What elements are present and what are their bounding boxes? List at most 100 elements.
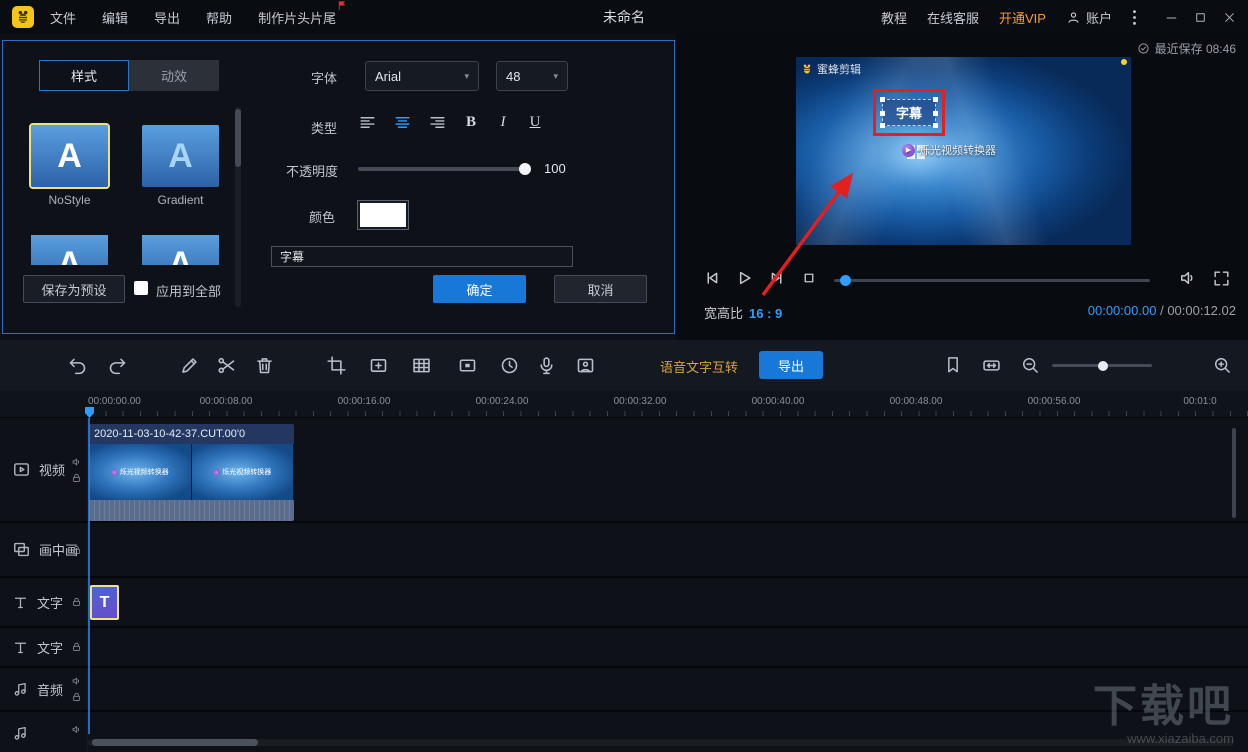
freeze-frame-button[interactable]	[573, 353, 597, 377]
undo-button[interactable]	[65, 353, 89, 377]
zoom-out-button[interactable]	[1018, 353, 1042, 377]
ruler-label: 00:00:08.00	[199, 396, 253, 407]
preset-partial[interactable]: A	[142, 235, 219, 265]
align-left-icon[interactable]	[358, 113, 377, 132]
ok-button[interactable]: 确定	[433, 275, 526, 303]
align-right-icon[interactable]	[428, 113, 447, 132]
track-lock-icon[interactable]	[71, 472, 82, 483]
resize-handle[interactable]	[880, 97, 885, 102]
tab-animation[interactable]: 动效	[129, 60, 219, 91]
marker-button[interactable]	[941, 353, 965, 377]
redo-button[interactable]	[105, 353, 129, 377]
resize-handle[interactable]	[933, 123, 938, 128]
fit-timeline-button[interactable]	[979, 353, 1003, 377]
resize-handle[interactable]	[933, 110, 938, 116]
resize-handle[interactable]	[880, 123, 885, 128]
tab-style[interactable]: 样式	[39, 60, 129, 91]
timeline-zoom-slider[interactable]	[1052, 360, 1152, 371]
horizontal-scrollbar[interactable]	[88, 739, 1234, 746]
extra-track-header[interactable]	[0, 712, 88, 752]
zoom-in-button[interactable]	[1210, 353, 1234, 377]
video-preview[interactable]: 蜜蜂剪辑 字幕 ▶ 烁光视频转换器	[796, 57, 1131, 245]
play-button[interactable]	[732, 266, 756, 290]
preset-gradient[interactable]: A Gradient	[142, 125, 219, 207]
audio-track-header[interactable]: 音频	[0, 668, 88, 710]
seek-handle[interactable]	[840, 275, 851, 286]
ruler-label: 00:00:48.00	[889, 396, 943, 407]
canvas-button[interactable]	[366, 353, 390, 377]
cancel-button[interactable]: 取消	[554, 275, 647, 303]
record-voice-button[interactable]	[534, 353, 558, 377]
next-frame-button[interactable]	[765, 266, 789, 290]
track-lock-icon[interactable]	[71, 642, 82, 653]
timeline-zoom-knob[interactable]	[1098, 360, 1108, 371]
crop-button[interactable]	[324, 353, 348, 377]
playhead-marker[interactable]	[85, 407, 94, 418]
menu-help[interactable]: 帮助	[206, 8, 232, 27]
track-lock-icon[interactable]	[71, 597, 82, 608]
ruler-label: 00:00:16.00	[337, 396, 391, 407]
minimize-icon[interactable]	[1165, 11, 1178, 24]
save-preset-button[interactable]: 保存为预设	[23, 275, 125, 303]
tutorial-link[interactable]: 教程	[881, 8, 907, 27]
aspect-ratio[interactable]: 宽高比 16 : 9	[704, 303, 782, 322]
preset-scrollbar[interactable]	[235, 107, 241, 307]
stop-button[interactable]	[797, 266, 821, 290]
filmstrip-button[interactable]	[409, 353, 433, 377]
horizontal-scrollbar-thumb[interactable]	[92, 739, 258, 746]
subtitle-text-input[interactable]: 字幕	[271, 246, 573, 267]
preset-partial[interactable]: A	[31, 235, 108, 265]
color-swatch[interactable]	[358, 201, 408, 229]
split-button[interactable]	[214, 353, 238, 377]
mask-button[interactable]	[455, 353, 479, 377]
support-link[interactable]: 在线客服	[927, 8, 979, 27]
video-track-header[interactable]: 视频	[0, 418, 88, 521]
vip-link[interactable]: 开通VIP	[999, 8, 1046, 27]
menu-file[interactable]: 文件	[50, 8, 76, 27]
opacity-slider-knob[interactable]	[519, 163, 531, 175]
font-family-select[interactable]: Arial ▾	[365, 61, 479, 91]
vertical-scrollbar[interactable]	[1232, 428, 1236, 518]
font-size-select[interactable]: 48 ▾	[496, 61, 568, 91]
track-mute-icon[interactable]	[71, 724, 82, 735]
text-track-header[interactable]: 文字	[0, 628, 88, 666]
speech-text-convert-button[interactable]: 语音文字互转	[660, 357, 738, 376]
account-button[interactable]: 账户	[1066, 8, 1112, 27]
delete-button[interactable]	[252, 353, 276, 377]
corner-handle[interactable]	[1121, 59, 1127, 65]
maximize-icon[interactable]	[1194, 11, 1207, 24]
align-center-icon[interactable]	[393, 113, 412, 132]
duration-button[interactable]	[497, 353, 521, 377]
more-menu-button[interactable]	[1132, 9, 1137, 26]
menu-export[interactable]: 导出	[154, 8, 180, 27]
text-track-header[interactable]: 文字	[0, 578, 88, 626]
export-button[interactable]: 导出	[759, 351, 823, 379]
menu-intro-outro[interactable]: 制作片头片尾	[258, 0, 346, 27]
fullscreen-button[interactable]	[1209, 266, 1233, 290]
timeline-ruler[interactable]: 00:00:00.00 00:00:08.00 00:00:16.00 00:0…	[0, 390, 1248, 418]
video-clip[interactable]: 2020-11-03-10-42-37.CUT.00'0 烁光视频转换器 烁光视…	[89, 424, 294, 521]
edit-button[interactable]	[177, 353, 201, 377]
resize-handle[interactable]	[880, 110, 885, 116]
subtitle-textbox[interactable]: 字幕	[880, 97, 938, 128]
underline-button[interactable]: U	[527, 114, 543, 131]
previous-frame-button[interactable]	[700, 266, 724, 290]
italic-button[interactable]: I	[495, 114, 511, 131]
track-lock-icon[interactable]	[71, 544, 82, 555]
apply-all-checkbox[interactable]	[134, 281, 148, 295]
pip-track-header[interactable]: 画中画	[0, 523, 88, 576]
volume-button[interactable]	[1176, 266, 1200, 290]
text-clip[interactable]: T	[90, 585, 119, 620]
track-mute-icon[interactable]	[71, 676, 82, 687]
resize-handle[interactable]	[933, 97, 938, 102]
preset-nostyle[interactable]: A NoStyle	[29, 123, 110, 207]
track-mute-icon[interactable]	[71, 456, 82, 467]
menu-edit[interactable]: 编辑	[102, 8, 128, 27]
close-icon[interactable]	[1223, 11, 1236, 24]
bold-button[interactable]: B	[463, 114, 479, 131]
track-lock-icon[interactable]	[71, 692, 82, 703]
project-title: 未命名	[603, 9, 645, 25]
opacity-slider[interactable]	[358, 163, 531, 175]
seek-bar[interactable]	[834, 275, 1150, 286]
font-family-value: Arial	[375, 68, 402, 84]
